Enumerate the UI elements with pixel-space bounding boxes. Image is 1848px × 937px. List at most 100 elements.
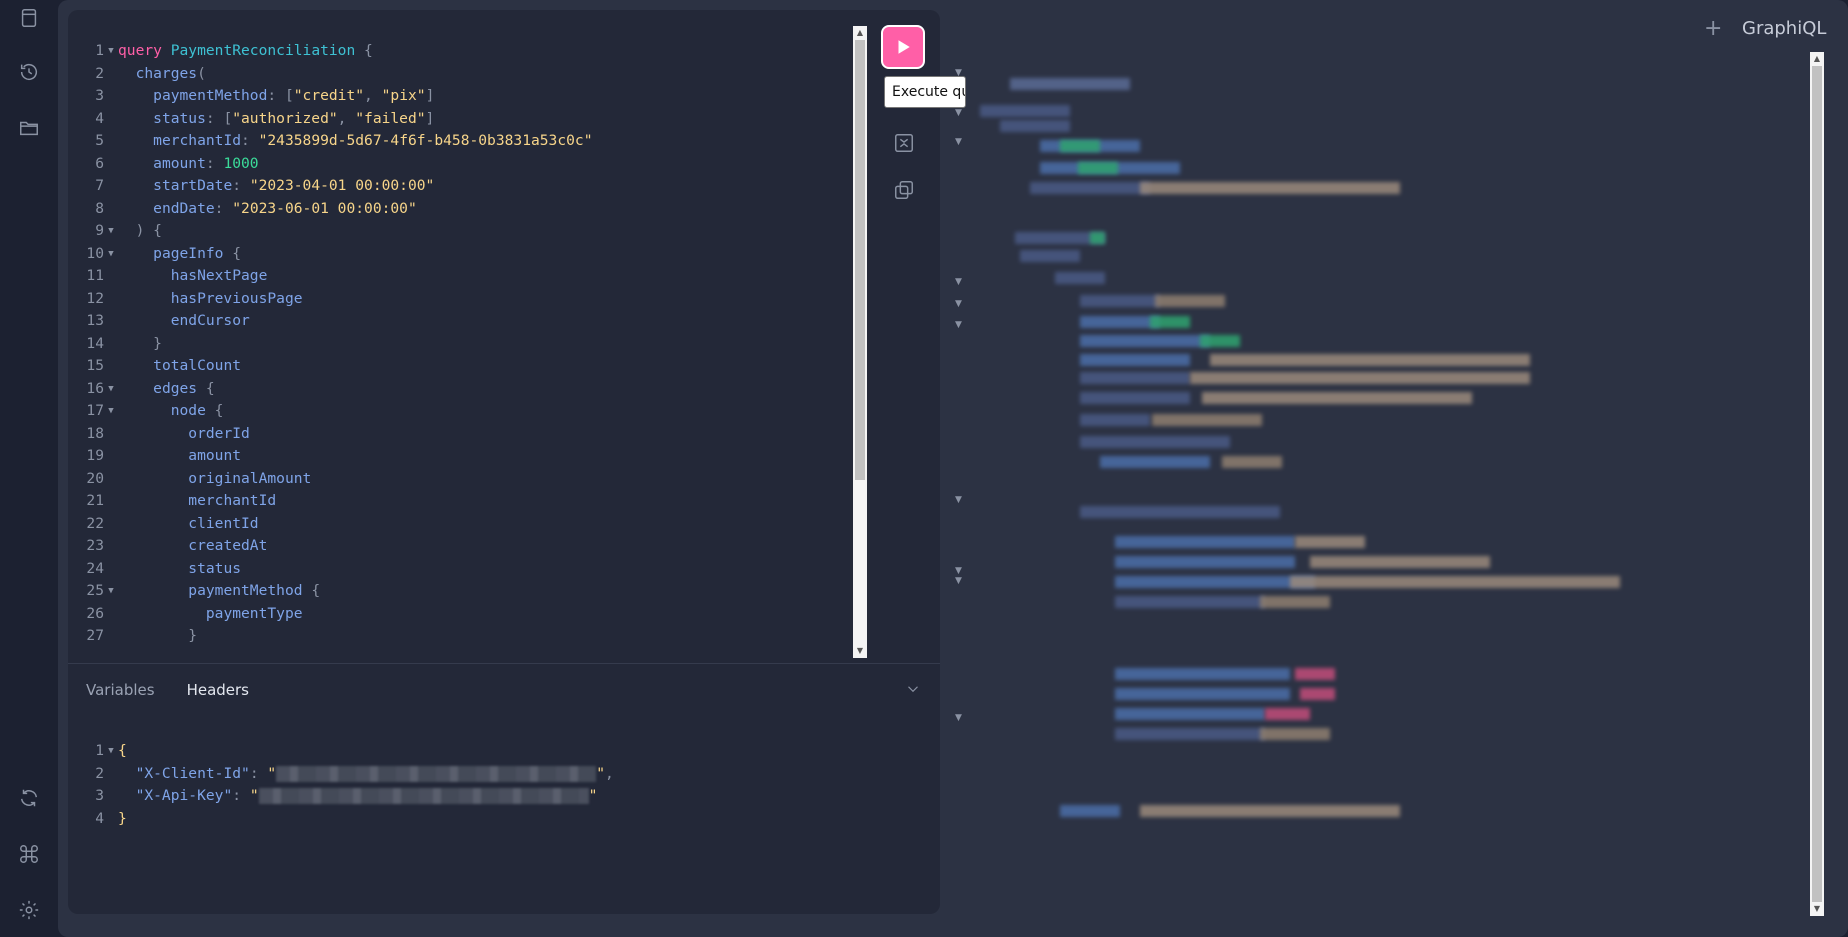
headers-line[interactable]: 1 ▼{: [68, 740, 858, 763]
fold-arrow-icon[interactable]: ▼: [104, 378, 118, 401]
code-token: 1000: [223, 154, 259, 172]
result-scrollbar[interactable]: ▲ ▼: [1810, 52, 1824, 916]
refetch-schema-icon[interactable]: [15, 784, 43, 812]
result-text-blurred: [1310, 556, 1490, 568]
result-text-blurred: [1150, 316, 1190, 328]
code-token: {: [214, 402, 224, 419]
scroll-up-arrow-icon[interactable]: ▲: [853, 26, 867, 40]
result-viewer[interactable]: [940, 10, 1840, 920]
headers-line[interactable]: 3 "X-Api-Key": " ": [68, 785, 858, 808]
line-number: 16: [86, 379, 104, 397]
code-token: ": [249, 787, 259, 804]
query-line[interactable]: 13 endCursor: [68, 310, 858, 333]
query-line[interactable]: 24 status: [68, 558, 858, 581]
scrollbar-thumb[interactable]: [855, 40, 865, 480]
query-line[interactable]: 14 }: [68, 333, 858, 356]
tab-headers[interactable]: Headers: [187, 681, 249, 699]
scroll-down-arrow-icon[interactable]: ▼: [1810, 902, 1824, 916]
code-token: amount: [188, 447, 242, 464]
query-line[interactable]: 11 hasNextPage: [68, 265, 858, 288]
collapse-panel-button[interactable]: [904, 680, 922, 698]
query-line[interactable]: 17 ▼ node {: [68, 400, 858, 423]
code-token: ) {: [135, 222, 162, 239]
headers-line[interactable]: 2 "X-Client-Id": " ",: [68, 763, 858, 786]
code-token: pageInfo: [153, 244, 224, 262]
code-token: ": [596, 764, 605, 782]
keyboard-shortcuts-icon[interactable]: [15, 840, 43, 868]
headers-editor[interactable]: 1 ▼{2 "X-Client-Id": " ", 3 "X-Api-Key": " "…: [68, 740, 858, 830]
query-line[interactable]: 12 hasPreviousPage: [68, 288, 858, 311]
code-token: :: [241, 132, 259, 149]
fold-arrow-icon[interactable]: ▼: [955, 713, 962, 723]
history-icon[interactable]: [15, 58, 43, 86]
query-line[interactable]: 26 paymentType: [68, 603, 858, 626]
code-token: "2023-06-01 00:00:00": [232, 199, 417, 217]
prettify-button[interactable]: [884, 123, 924, 163]
query-line[interactable]: 21 merchantId: [68, 490, 858, 513]
fold-arrow-icon[interactable]: ▼: [104, 220, 118, 243]
scroll-down-arrow-icon[interactable]: ▼: [853, 644, 867, 658]
query-line[interactable]: 5 merchantId: "2435899d-5d67-4f6f-b458-0…: [68, 130, 858, 153]
code-token: : [: [205, 109, 233, 127]
line-number: 3: [95, 787, 104, 804]
fold-arrow-icon[interactable]: ▼: [955, 576, 962, 586]
scroll-up-arrow-icon[interactable]: ▲: [1810, 52, 1824, 66]
fold-arrow-icon[interactable]: ▼: [955, 277, 962, 287]
fold-arrow-icon[interactable]: ▼: [955, 137, 962, 147]
chevron-down-icon: [908, 686, 918, 693]
headers-line[interactable]: 4}: [68, 808, 858, 831]
fold-arrow-icon[interactable]: ▼: [104, 580, 118, 603]
query-line[interactable]: 2 charges(: [68, 63, 858, 86]
query-line[interactable]: 9 ▼ ) {: [68, 220, 858, 243]
query-line[interactable]: 25 ▼ paymentMethod {: [68, 580, 858, 603]
line-number: 24: [86, 559, 104, 577]
line-number: 2: [95, 764, 104, 782]
line-number: 26: [86, 604, 104, 622]
query-line[interactable]: 15 totalCount: [68, 355, 858, 378]
fold-arrow-icon[interactable]: ▼: [955, 495, 962, 505]
query-line[interactable]: 27 }: [68, 625, 858, 648]
explorer-folder-icon[interactable]: [15, 114, 43, 142]
fold-arrow-icon[interactable]: ▼: [955, 108, 962, 118]
settings-icon[interactable]: [15, 896, 43, 924]
line-number: 17: [86, 402, 104, 419]
run-query-button[interactable]: [881, 25, 925, 69]
copy-query-button[interactable]: [884, 170, 924, 210]
fold-arrow-icon[interactable]: ▼: [104, 243, 118, 266]
fold-arrow-icon[interactable]: ▼: [955, 320, 962, 330]
query-line[interactable]: 18 orderId: [68, 423, 858, 446]
query-line[interactable]: 23 createdAt: [68, 535, 858, 558]
query-line[interactable]: 8 endDate: "2023-06-01 00:00:00": [68, 198, 858, 221]
query-line[interactable]: 16 ▼ edges {: [68, 378, 858, 401]
sidebar: [0, 0, 58, 937]
query-editor[interactable]: 1 ▼ query PaymentReconciliation {2 charges…: [68, 40, 858, 648]
fold-arrow-icon[interactable]: ▼: [955, 566, 962, 576]
fold-arrow-icon[interactable]: ▼: [104, 740, 118, 763]
query-line[interactable]: 4 status: ["authorized", "failed"]: [68, 108, 858, 131]
query-line[interactable]: 10 ▼ pageInfo {: [68, 243, 858, 266]
panel-divider[interactable]: [68, 663, 940, 664]
code-token: ,: [604, 764, 614, 782]
query-line[interactable]: 20 originalAmount: [68, 468, 858, 491]
result-text-blurred: [1200, 335, 1240, 347]
query-line[interactable]: 19 amount: [68, 445, 858, 468]
query-line[interactable]: 22 clientId: [68, 513, 858, 536]
query-line[interactable]: 1 ▼ query PaymentReconciliation {: [68, 40, 858, 63]
document-icon[interactable]: [15, 4, 43, 32]
fold-arrow-icon[interactable]: ▼: [104, 40, 118, 63]
query-line[interactable]: 7 startDate: "2023-04-01 00:00:00": [68, 175, 858, 198]
query-editor-scrollbar[interactable]: ▲ ▼: [853, 26, 867, 658]
result-text-blurred: [980, 105, 1070, 117]
scrollbar-thumb[interactable]: [1812, 66, 1822, 902]
line-number: 5: [95, 132, 104, 149]
tab-variables[interactable]: Variables: [86, 681, 155, 699]
fold-arrow-icon[interactable]: ▼: [104, 400, 118, 423]
query-line[interactable]: 6 amount: 1000: [68, 153, 858, 176]
code-token: charges: [135, 64, 198, 82]
fold-arrow-icon[interactable]: ▼: [955, 299, 962, 309]
query-line[interactable]: 3 paymentMethod: ["credit", "pix"]: [68, 85, 858, 108]
code-token: merchantId: [153, 132, 242, 149]
